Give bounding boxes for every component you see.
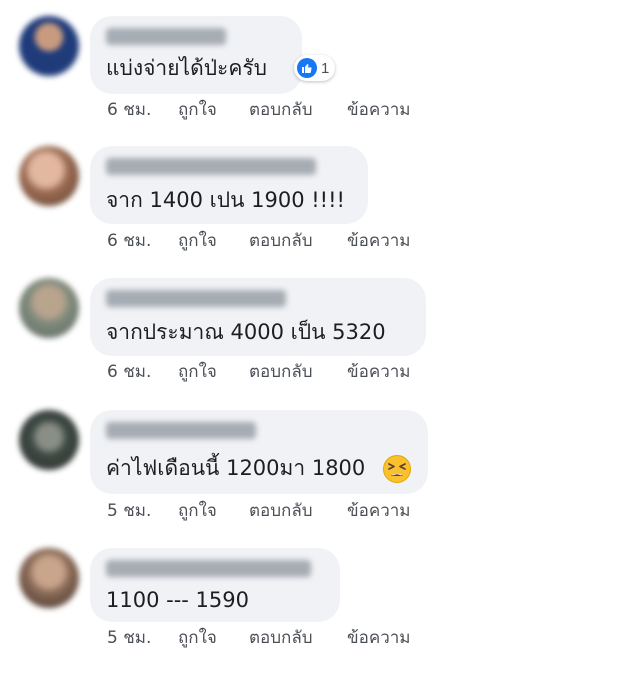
thumbs-up-icon bbox=[297, 58, 317, 78]
avatar[interactable] bbox=[19, 16, 79, 76]
comment-timestamp[interactable]: 5 ชม. bbox=[107, 500, 151, 522]
like-link[interactable]: ถูกใจ bbox=[178, 99, 217, 121]
comment-bubble: จาก 1400 เปน 1900 !!!! bbox=[90, 146, 368, 224]
like-link[interactable]: ถูกใจ bbox=[178, 230, 217, 252]
avatar[interactable] bbox=[19, 410, 79, 470]
commenter-name[interactable] bbox=[106, 158, 316, 175]
comment-text: 1100 --- 1590 bbox=[106, 588, 249, 612]
avatar[interactable] bbox=[19, 548, 79, 608]
message-link[interactable]: ข้อความ bbox=[347, 627, 411, 649]
comment-timestamp[interactable]: 6 ชม. bbox=[107, 361, 151, 383]
commenter-name[interactable] bbox=[106, 290, 286, 307]
avatar[interactable] bbox=[19, 278, 79, 338]
commenter-name[interactable] bbox=[106, 560, 311, 577]
comment-bubble: จากประมาณ 4000 เป็น 5320 bbox=[90, 278, 426, 356]
comment-text: ค่าไฟเดือนนี้ 1200มา 1800 bbox=[106, 456, 366, 480]
comment-bubble: แบ่งจ่ายได้ป่ะครับ bbox=[90, 16, 302, 94]
reply-link[interactable]: ตอบกลับ bbox=[249, 99, 313, 121]
comment-timestamp[interactable]: 6 ชม. bbox=[107, 230, 151, 252]
like-link[interactable]: ถูกใจ bbox=[178, 627, 217, 649]
tired-face-icon bbox=[383, 455, 411, 483]
message-link[interactable]: ข้อความ bbox=[347, 361, 411, 383]
avatar[interactable] bbox=[19, 146, 79, 206]
reply-link[interactable]: ตอบกลับ bbox=[249, 230, 313, 252]
comment-bubble: 1100 --- 1590 bbox=[90, 548, 340, 622]
comment-timestamp[interactable]: 6 ชม. bbox=[107, 99, 151, 121]
commenter-name[interactable] bbox=[106, 28, 226, 45]
message-link[interactable]: ข้อความ bbox=[347, 500, 411, 522]
reaction-count: 1 bbox=[321, 59, 330, 77]
comment-text: แบ่งจ่ายได้ป่ะครับ bbox=[106, 56, 267, 80]
message-link[interactable]: ข้อความ bbox=[347, 230, 411, 252]
comment-text: จาก 1400 เปน 1900 !!!! bbox=[106, 188, 345, 212]
reply-link[interactable]: ตอบกลับ bbox=[249, 627, 313, 649]
reply-link[interactable]: ตอบกลับ bbox=[249, 361, 313, 383]
comment-timestamp[interactable]: 5 ชม. bbox=[107, 627, 151, 649]
comment-bubble: ค่าไฟเดือนนี้ 1200มา 1800 bbox=[90, 410, 428, 494]
comment-text: จากประมาณ 4000 เป็น 5320 bbox=[106, 320, 386, 344]
reaction-badge[interactable]: 1 bbox=[294, 55, 336, 81]
reply-link[interactable]: ตอบกลับ bbox=[249, 500, 313, 522]
like-link[interactable]: ถูกใจ bbox=[178, 500, 217, 522]
commenter-name[interactable] bbox=[106, 422, 256, 439]
message-link[interactable]: ข้อความ bbox=[347, 99, 411, 121]
like-link[interactable]: ถูกใจ bbox=[178, 361, 217, 383]
